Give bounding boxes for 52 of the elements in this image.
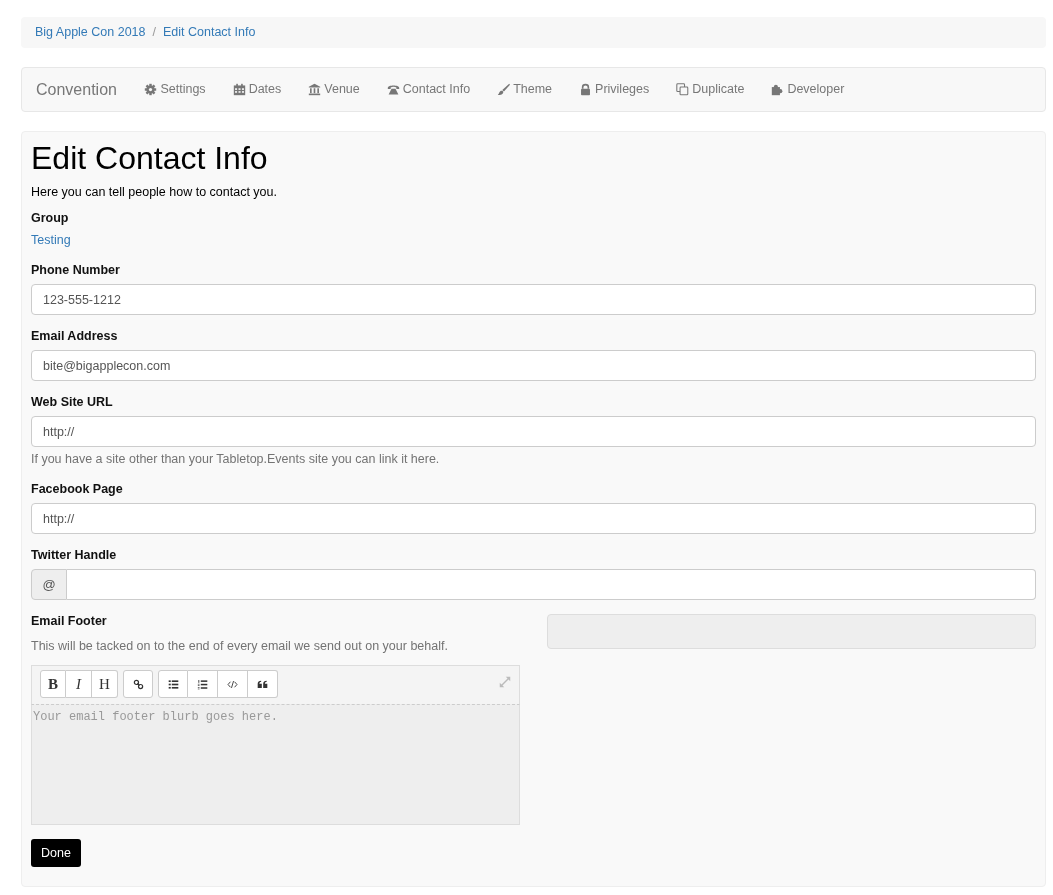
done-button[interactable]: Done xyxy=(31,839,81,867)
field-label: Web Site URL xyxy=(31,394,114,411)
puzzle-piece-icon xyxy=(771,83,785,96)
paintbrush-icon xyxy=(497,83,511,96)
text-input[interactable]: bite@bigapplecon.com xyxy=(31,350,1036,381)
quote-icon xyxy=(257,678,268,690)
toolbar-button[interactable] xyxy=(123,670,153,698)
telephone-icon xyxy=(386,83,400,96)
copy-icon xyxy=(676,83,690,96)
breadcrumb-link[interactable]: Big Apple Con 2018 xyxy=(35,23,146,42)
toolbar-button[interactable]: B xyxy=(40,670,66,698)
text-input[interactable]: 123-555-1212 xyxy=(31,284,1036,315)
numbered-list-icon xyxy=(197,678,208,690)
breadcrumb-separator: / xyxy=(151,24,157,42)
nav-link[interactable]: Settings xyxy=(130,80,220,99)
toolbar-button[interactable] xyxy=(248,670,278,698)
padlock-icon xyxy=(579,83,593,96)
nav-link[interactable]: Duplicate xyxy=(662,80,758,99)
field-label: Email Footer xyxy=(31,613,108,630)
text-input[interactable] xyxy=(67,569,1036,600)
gear-icon xyxy=(144,83,158,96)
link-icon xyxy=(132,678,144,690)
field-label: Facebook Page xyxy=(31,481,124,498)
nav-link[interactable]: Privileges xyxy=(565,80,663,99)
toolbar-button[interactable] xyxy=(188,670,218,698)
nav-link[interactable]: Theme xyxy=(483,80,566,99)
toolbar-button[interactable]: I xyxy=(66,670,92,698)
field-label: Group xyxy=(31,210,70,227)
columned-building-icon xyxy=(308,83,322,96)
text-input[interactable]: http:// xyxy=(31,503,1036,534)
nav-link[interactable]: Developer xyxy=(757,80,858,99)
page-title: Edit Contact Info xyxy=(31,141,269,176)
intro-text: Here you can tell people how to contact you. xyxy=(31,184,278,201)
code-icon xyxy=(227,678,238,690)
editor-textarea[interactable]: Your email footer blurb goes here. xyxy=(31,704,520,825)
calendar-icon xyxy=(232,83,246,96)
help-text: This will be tacked on to the end of every email we send out on your behalf. xyxy=(31,638,449,655)
nav-link[interactable]: Dates xyxy=(219,80,295,99)
field-label: Phone Number xyxy=(31,262,121,279)
breadcrumb-link[interactable]: Edit Contact Info xyxy=(163,23,256,42)
toolbar-button[interactable] xyxy=(158,670,188,698)
field-label: Email Address xyxy=(31,328,119,345)
brand-link[interactable]: Convention xyxy=(22,77,131,102)
field-label: Twitter Handle xyxy=(31,547,118,564)
input-addon: @ xyxy=(31,569,67,600)
bulleted-list-icon xyxy=(167,678,179,690)
text-input[interactable]: http:// xyxy=(31,416,1036,447)
group-link[interactable]: Testing xyxy=(31,231,71,249)
help-text: If you have a site other than your Tabletop.Events site you can link it here. xyxy=(31,451,441,468)
toolbar-button[interactable]: H xyxy=(92,670,118,698)
nav-link[interactable]: Venue xyxy=(294,80,374,99)
nav-link[interactable]: Contact Info xyxy=(373,80,484,99)
